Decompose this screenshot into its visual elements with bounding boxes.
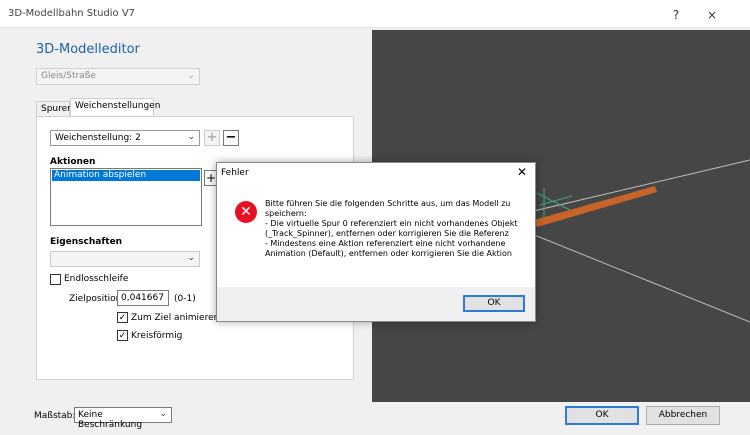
circular-label: Kreisförmig (131, 331, 183, 341)
model-type-value: Gleis/Straße (41, 71, 96, 81)
error-ok-button[interactable]: OK (463, 295, 525, 312)
error-message: Bitte führen Sie die folgenden Schritte … (265, 199, 518, 258)
actions-label: Aktionen (50, 157, 96, 167)
scale-value: Keine Beschränkung (78, 410, 143, 430)
properties-select[interactable]: ⌄ (50, 251, 200, 267)
tab-weichenstellungen[interactable]: Weichenstellungen (70, 98, 160, 117)
chevron-down-icon: ⌄ (187, 253, 195, 263)
remove-switch-setting-button[interactable]: − (223, 130, 239, 146)
chevron-down-icon: ⌄ (159, 409, 167, 419)
chevron-down-icon: ⌄ (187, 132, 195, 142)
target-position-input[interactable]: 0,041667 (117, 290, 169, 306)
title-bar: 3D-Modellbahn Studio V7 ? × (0, 0, 750, 28)
add-switch-setting-button[interactable]: + (204, 130, 220, 146)
loop-label: Endlosschleife (64, 274, 129, 284)
model-type-select: Gleis/Straße ⌄ (36, 68, 200, 85)
editor-title: 3D-Modelleditor (36, 42, 140, 57)
animate-to-target-label: Zum Ziel animieren (131, 313, 220, 323)
close-icon[interactable]: ✕ (517, 165, 527, 179)
tab-spuren[interactable]: Spuren (36, 101, 73, 116)
window-title: 3D-Modellbahn Studio V7 (8, 8, 136, 19)
cancel-button[interactable]: Abbrechen (646, 406, 720, 425)
error-dialog: Fehler ✕ ✕ Bitte führen Sie die folgende… (216, 162, 536, 322)
circular-checkbox[interactable]: ✓ (117, 330, 128, 341)
scale-label: Maßstab: (34, 411, 76, 421)
list-item[interactable]: Animation abspielen (52, 170, 200, 181)
target-range-label: (0-1) (174, 294, 196, 304)
error-icon: ✕ (235, 201, 257, 223)
chevron-down-icon: ⌄ (187, 71, 195, 81)
error-dialog-title: Fehler (221, 168, 249, 178)
help-button[interactable]: ? (662, 6, 690, 24)
actions-list[interactable]: Animation abspielen (50, 168, 202, 226)
loop-checkbox[interactable] (50, 274, 61, 285)
switch-setting-value: Weichenstellung: 2 (55, 133, 141, 143)
close-window-button[interactable]: × (698, 6, 726, 24)
switch-setting-select[interactable]: Weichenstellung: 2 ⌄ (50, 130, 200, 146)
ok-button[interactable]: OK (565, 406, 639, 425)
scale-select[interactable]: Keine Beschränkung ⌄ (74, 407, 172, 430)
properties-label: Eigenschaften (50, 237, 123, 247)
error-dialog-footer: OK (217, 287, 535, 321)
animate-to-target-checkbox[interactable]: ✓ (117, 312, 128, 323)
grid-line (521, 229, 750, 323)
